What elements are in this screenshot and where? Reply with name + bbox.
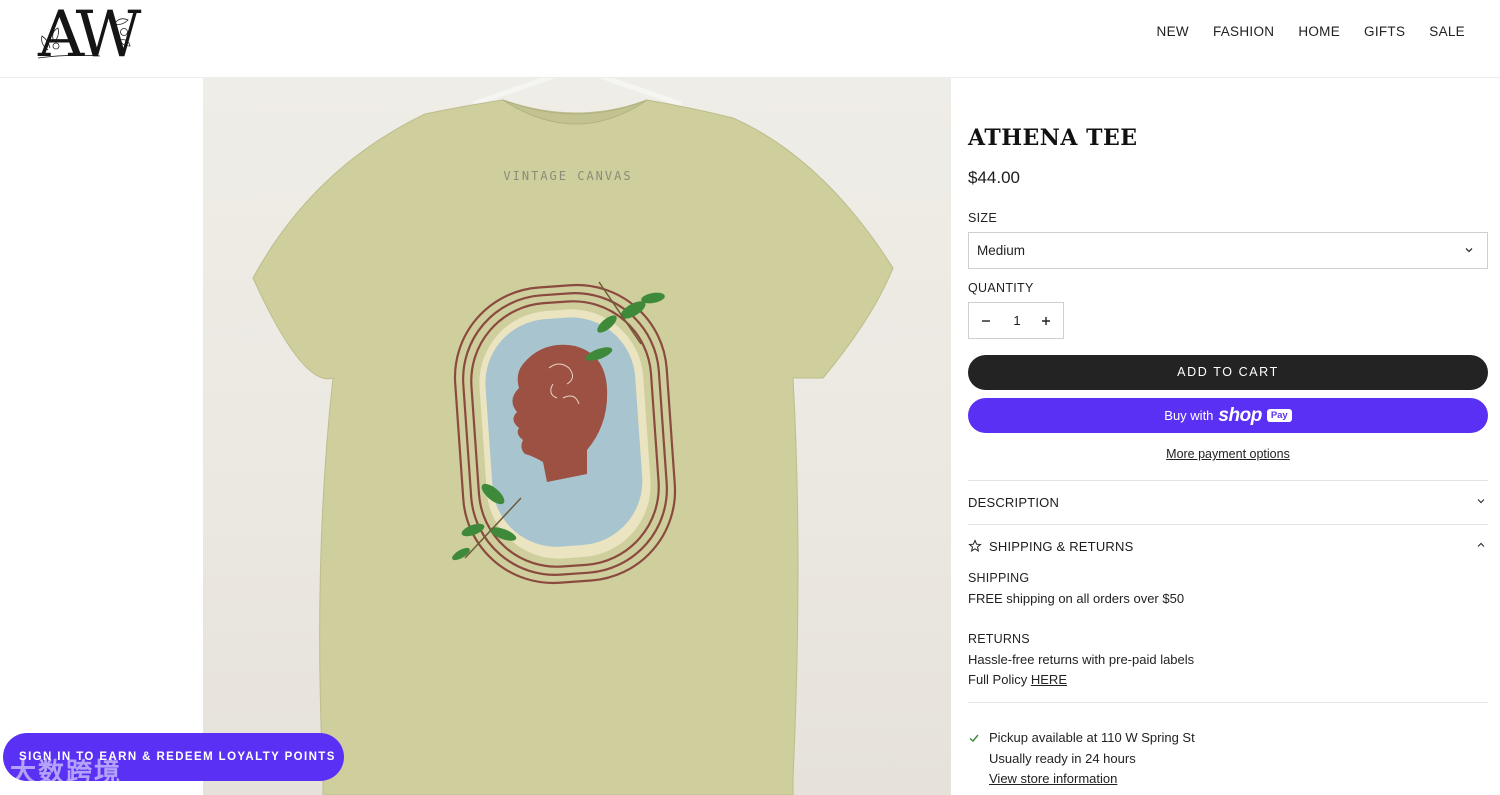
tshirt-illustration: VINTAGE CANVAS <box>252 78 894 795</box>
shop-logo-text: shop <box>1218 404 1262 426</box>
size-label: SIZE <box>968 211 997 225</box>
more-payment-options-link[interactable]: More payment options <box>968 447 1488 461</box>
shirt-print-text: VINTAGE CANVAS <box>503 169 632 183</box>
nav-item-home[interactable]: HOME <box>1298 24 1340 39</box>
returns-heading: RETURNS <box>968 632 1030 646</box>
watermark-text: 大数跨境 <box>10 757 123 787</box>
chevron-up-icon <box>1477 542 1485 547</box>
brand-logo[interactable]: AW <box>34 0 164 72</box>
view-store-information-link[interactable]: View store information <box>989 771 1117 786</box>
description-accordion[interactable]: DESCRIPTION <box>968 492 1488 512</box>
full-policy-link[interactable]: HERE <box>1031 672 1067 687</box>
shipping-text: FREE shipping on all orders over $50 <box>968 590 1185 606</box>
add-to-cart-button[interactable]: ADD TO CART <box>968 355 1488 390</box>
full-policy-prefix: Full Policy <box>968 672 1028 687</box>
size-select-value: Medium <box>977 243 1026 258</box>
chevron-down-icon <box>1477 499 1485 504</box>
pay-badge: Pay <box>1266 409 1292 422</box>
shipping-heading: SHIPPING <box>968 571 1030 585</box>
pickup-availability: Pickup available at 110 W Spring St Usua… <box>968 728 1488 790</box>
shipping-returns-accordion-label: SHIPPING & RETURNS <box>989 538 1134 554</box>
quantity-stepper: 1 <box>968 302 1064 339</box>
product-image[interactable]: VINTAGE CANVAS <box>203 78 951 795</box>
pickup-ready-text: Usually ready in 24 hours <box>989 750 1136 766</box>
divider <box>968 524 1488 525</box>
buy-with-text: Buy with <box>1164 408 1214 423</box>
nav-item-fashion[interactable]: FASHION <box>1213 24 1274 39</box>
shipping-returns-accordion[interactable]: SHIPPING & RETURNS <box>968 536 1488 556</box>
checkmark-icon <box>969 734 979 742</box>
divider <box>968 702 1488 703</box>
returns-text: Hassle-free returns with pre-paid labels <box>968 651 1195 667</box>
site-header: AW NEW FASHION HOME GIFTS SALE <box>0 0 1500 78</box>
logo-text: AW <box>38 0 141 72</box>
quantity-decrease-button[interactable] <box>969 303 1003 338</box>
nav-item-gifts[interactable]: GIFTS <box>1364 24 1405 39</box>
quantity-increase-button[interactable] <box>1029 303 1063 338</box>
nav-item-sale[interactable]: SALE <box>1429 24 1465 39</box>
product-price: $44.00 <box>968 168 1020 187</box>
full-policy-line: Full Policy HERE <box>968 670 1488 691</box>
size-select[interactable]: Medium <box>968 232 1488 269</box>
shipping-returns-content: SHIPPING FREE shipping on all orders ove… <box>968 568 1488 691</box>
nav-item-new[interactable]: NEW <box>1157 24 1189 39</box>
quantity-value[interactable]: 1 <box>1003 313 1031 328</box>
star-icon <box>968 539 982 552</box>
divider <box>968 480 1488 481</box>
quantity-label: QUANTITY <box>968 281 1034 295</box>
pickup-available-text: Pickup available at 110 W Spring St <box>989 730 1195 745</box>
plus-icon <box>1042 316 1050 325</box>
chevron-down-icon <box>1465 248 1473 253</box>
minus-icon <box>982 319 990 322</box>
shop-pay-button[interactable]: Buy with shop Pay <box>968 398 1488 433</box>
description-accordion-label: DESCRIPTION <box>968 494 1060 510</box>
product-title: ATHENA TEE <box>968 125 1138 151</box>
main-nav: NEW FASHION HOME GIFTS SALE <box>1157 24 1465 39</box>
